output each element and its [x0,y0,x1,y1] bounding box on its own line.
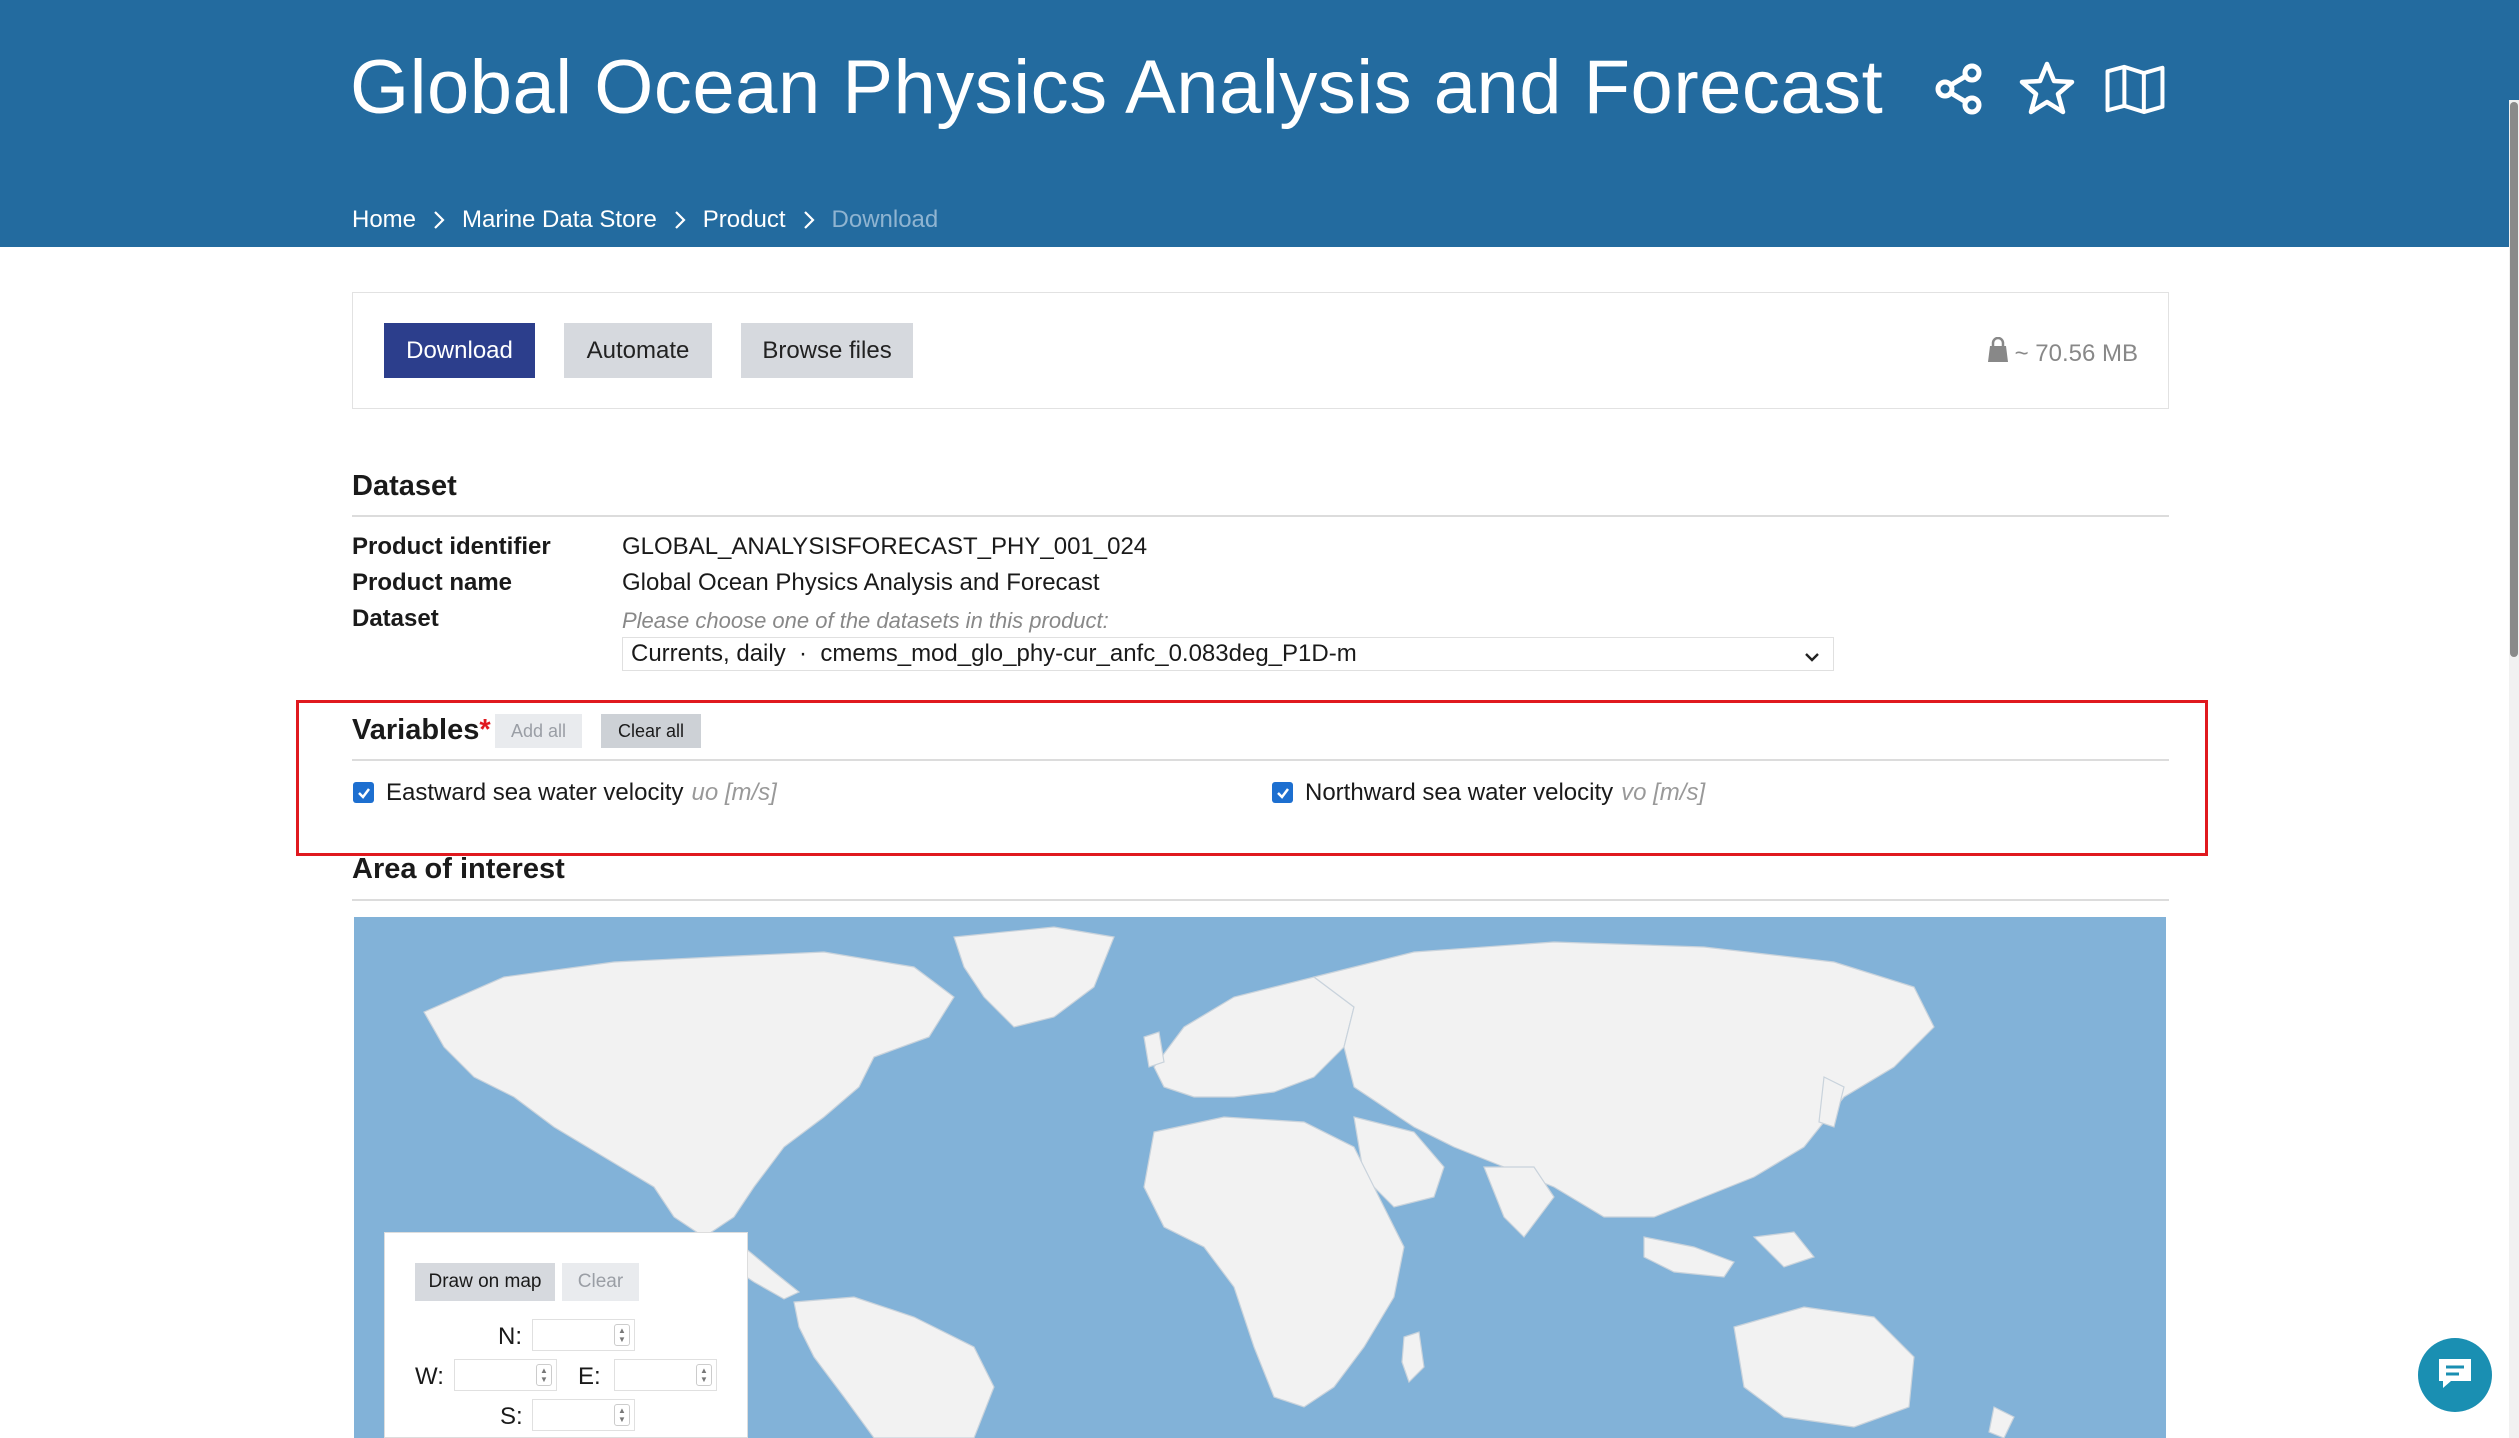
breadcrumb-product[interactable]: Product [703,206,786,234]
variables-title-text: Variables [352,714,480,746]
north-label: N: [498,1323,522,1350]
scrollbar-thumb[interactable] [2510,102,2518,657]
action-panel: Download Automate Browse files ~ 70.56 M… [352,292,2169,409]
chevron-right-icon [433,210,445,230]
divider [352,899,2169,901]
divider [352,759,2169,761]
variable-meta: uo [m/s] [691,779,777,806]
chevron-right-icon [803,210,815,230]
east-input[interactable]: ▲ ▼ [614,1359,717,1391]
dataset-label: Dataset [352,605,439,632]
dataset-select[interactable]: Currents, daily · cmems_mod_glo_phy-cur_… [622,637,1834,671]
automate-button[interactable]: Automate [564,323,712,378]
download-size: ~ 70.56 MB [1987,336,2138,370]
eastward-velocity-checkbox[interactable] [353,782,374,803]
chat-icon [2435,1355,2475,1396]
variable-meta: vo [m/s] [1621,779,1706,806]
chevron-down-icon [1803,645,1821,673]
west-input[interactable]: ▲ ▼ [454,1359,557,1391]
south-label: S: [500,1403,523,1430]
variable-label: Northward sea water velocity [1305,779,1614,806]
northward-velocity-checkbox[interactable] [1272,782,1293,803]
map-icon[interactable] [2104,58,2166,120]
west-label: W: [415,1363,444,1390]
variables-highlight [296,700,2208,856]
draw-panel: Draw on map Clear N: ▲ ▼ W: ▲ ▼ E: ▲ ▼ S: ▲… [384,1232,748,1438]
bag-icon [1987,336,2009,370]
variable-item: Northward sea water velocity vo [m/s] [1305,779,1705,807]
variables-title: Variables* [352,714,491,747]
star-icon[interactable] [2016,58,2078,120]
header-actions [1928,58,2166,120]
clear-all-button[interactable]: Clear all [601,714,701,748]
page-header: Global Ocean Physics Analysis and Foreca… [0,0,2519,247]
variable-item: Eastward sea water velocity uo [m/s] [386,779,777,807]
product-name-label: Product name [352,569,513,596]
product-identifier-value: GLOBAL_ANALYSISFORECAST_PHY_001_024 [622,533,1148,560]
product-identifier-label: Product identifier [352,533,551,560]
east-label: E: [578,1363,601,1390]
browse-files-button[interactable]: Browse files [741,323,913,378]
product-name-value: Global Ocean Physics Analysis and Foreca… [622,569,1100,596]
chevron-right-icon [674,210,686,230]
area-of-interest-title: Area of interest [352,853,565,885]
breadcrumb-home[interactable]: Home [352,206,416,234]
share-icon[interactable] [1928,58,1990,120]
breadcrumb: Home Marine Data Store Product Download [352,206,938,234]
draw-on-map-button[interactable]: Draw on map [415,1263,555,1301]
required-mark: * [479,714,491,746]
spinner-icon[interactable]: ▲ ▼ [614,1324,630,1346]
scrollbar[interactable] [2509,100,2519,1438]
size-value: ~ 70.56 MB [2014,339,2138,367]
spinner-icon[interactable]: ▲ ▼ [696,1364,712,1386]
chat-button[interactable] [2418,1338,2492,1412]
spinner-icon[interactable]: ▲ ▼ [614,1404,630,1426]
clear-area-button[interactable]: Clear [562,1263,639,1301]
divider [352,515,2169,517]
dataset-title: Dataset [352,470,457,502]
dataset-select-value: Currents, daily · cmems_mod_glo_phy-cur_… [631,640,1357,667]
page-title: Global Ocean Physics Analysis and Foreca… [350,45,1884,130]
add-all-button[interactable]: Add all [495,714,582,748]
spinner-icon[interactable]: ▲ ▼ [536,1364,552,1386]
north-input[interactable]: ▲ ▼ [532,1319,635,1351]
breadcrumb-marine-data-store[interactable]: Marine Data Store [462,206,657,234]
download-button[interactable]: Download [384,323,535,378]
breadcrumb-download: Download [831,206,939,233]
south-input[interactable]: ▲ ▼ [532,1399,635,1431]
dataset-hint: Please choose one of the datasets in thi… [622,608,1109,633]
variable-label: Eastward sea water velocity [386,779,684,806]
